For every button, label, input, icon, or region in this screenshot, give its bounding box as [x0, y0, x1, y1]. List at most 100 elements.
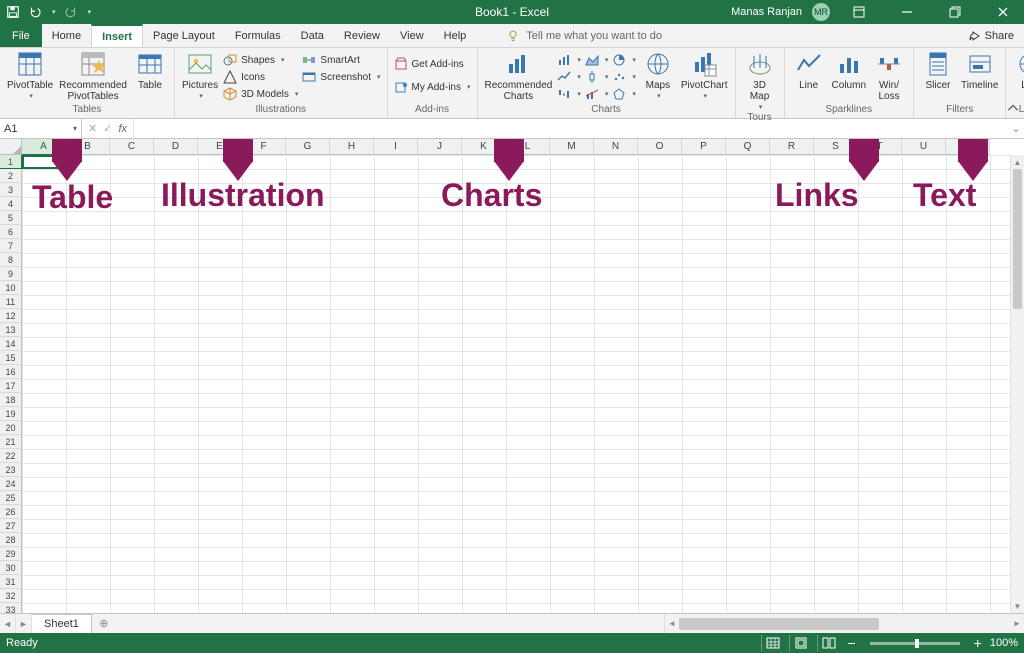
- col-header-M[interactable]: M: [550, 139, 594, 155]
- smartart-button[interactable]: SmartArt: [300, 52, 382, 68]
- col-header-U[interactable]: U: [902, 139, 946, 155]
- insert-scatter-button[interactable]: ▾: [610, 69, 638, 85]
- col-header-I[interactable]: I: [374, 139, 418, 155]
- tab-page-layout[interactable]: Page Layout: [143, 24, 225, 47]
- col-header-F[interactable]: F: [242, 139, 286, 155]
- row-header-32[interactable]: 32: [0, 589, 22, 603]
- row-header-23[interactable]: 23: [0, 463, 22, 477]
- row-header-17[interactable]: 17: [0, 379, 22, 393]
- col-header-T[interactable]: T: [858, 139, 902, 155]
- row-header-21[interactable]: 21: [0, 435, 22, 449]
- enter-formula-icon[interactable]: ✓: [103, 122, 112, 135]
- insert-bar-chart-button[interactable]: ▾: [555, 52, 583, 68]
- tab-insert[interactable]: Insert: [91, 24, 143, 47]
- insert-waterfall-chart-button[interactable]: ▾: [555, 86, 583, 102]
- col-header-O[interactable]: O: [638, 139, 682, 155]
- vscroll-thumb[interactable]: [1013, 169, 1022, 309]
- row-header-19[interactable]: 19: [0, 407, 22, 421]
- timeline-button[interactable]: Timeline: [958, 50, 1001, 91]
- row-header-7[interactable]: 7: [0, 239, 22, 253]
- col-header-B[interactable]: B: [66, 139, 110, 155]
- insert-combo-button[interactable]: ▾: [583, 86, 611, 102]
- row-header-6[interactable]: 6: [0, 225, 22, 239]
- zoom-percent[interactable]: 100%: [990, 637, 1018, 649]
- row-header-8[interactable]: 8: [0, 253, 22, 267]
- link-button[interactable]: Link▾: [1010, 50, 1024, 101]
- tab-data[interactable]: Data: [291, 24, 334, 47]
- insert-surface-button[interactable]: ▾: [610, 86, 638, 102]
- col-header-L[interactable]: L: [506, 139, 550, 155]
- column-headers[interactable]: ABCDEFGHIJKLMNOPQRSTUV: [22, 139, 1010, 155]
- table-button[interactable]: Table: [130, 50, 170, 91]
- sparkline-column-button[interactable]: Column: [829, 50, 869, 91]
- cells-area[interactable]: [22, 155, 1010, 613]
- row-header-2[interactable]: 2: [0, 169, 22, 183]
- row-header-31[interactable]: 31: [0, 575, 22, 589]
- user-name[interactable]: Manas Ranjan: [731, 6, 802, 18]
- pictures-button[interactable]: Pictures▾: [179, 50, 221, 101]
- tell-me-search[interactable]: Tell me what you want to do: [506, 24, 662, 47]
- row-header-30[interactable]: 30: [0, 561, 22, 575]
- row-header-14[interactable]: 14: [0, 337, 22, 351]
- maps-button[interactable]: Maps▾: [638, 50, 678, 101]
- formula-input[interactable]: [134, 119, 1008, 138]
- share-button[interactable]: Share: [963, 24, 1020, 48]
- hscroll-thumb[interactable]: [679, 618, 879, 630]
- select-all-corner[interactable]: [0, 139, 22, 155]
- row-header-20[interactable]: 20: [0, 421, 22, 435]
- col-header-V[interactable]: V: [946, 139, 990, 155]
- sheet-nav-prev[interactable]: ◄: [0, 614, 16, 633]
- sparkline-winloss-button[interactable]: Win/ Loss: [869, 50, 909, 102]
- normal-view-icon[interactable]: [761, 635, 783, 651]
- col-header-S[interactable]: S: [814, 139, 858, 155]
- expand-formula-bar-icon[interactable]: ⌄: [1008, 119, 1024, 138]
- get-addins-button[interactable]: Get Add-ins: [392, 56, 473, 72]
- sparkline-line-button[interactable]: Line: [789, 50, 829, 91]
- insert-function-icon[interactable]: fx: [118, 123, 127, 135]
- worksheet-grid[interactable]: ABCDEFGHIJKLMNOPQRSTUV A 123456789101112…: [0, 139, 1024, 613]
- sheet-nav-next[interactable]: ►: [16, 614, 32, 633]
- minimize-button[interactable]: [888, 0, 926, 24]
- insert-pie-button[interactable]: ▾: [610, 52, 638, 68]
- col-header-P[interactable]: P: [682, 139, 726, 155]
- user-avatar[interactable]: MR: [812, 3, 830, 21]
- horizontal-scrollbar[interactable]: ◄ ►: [664, 614, 1024, 633]
- col-header-C[interactable]: C: [110, 139, 154, 155]
- col-header-D[interactable]: D: [154, 139, 198, 155]
- 3d-models-button[interactable]: 3D Models▾: [221, 86, 300, 102]
- col-header-E[interactable]: E: [198, 139, 242, 155]
- row-header-25[interactable]: 25: [0, 491, 22, 505]
- save-icon[interactable]: [6, 5, 20, 19]
- pivotchart-button[interactable]: PivotChart▾: [678, 50, 731, 101]
- tab-review[interactable]: Review: [334, 24, 390, 47]
- row-header-33[interactable]: 33: [0, 603, 22, 613]
- col-header-J[interactable]: J: [418, 139, 462, 155]
- col-header-N[interactable]: N: [594, 139, 638, 155]
- row-header-16[interactable]: 16: [0, 365, 22, 379]
- col-header-H[interactable]: H: [330, 139, 374, 155]
- collapse-ribbon-button[interactable]: [1006, 102, 1020, 116]
- col-header-A-selected[interactable]: A: [22, 139, 66, 155]
- tab-formulas[interactable]: Formulas: [225, 24, 291, 47]
- row-header-5[interactable]: 5: [0, 211, 22, 225]
- sheet-tab-sheet1[interactable]: Sheet1: [32, 614, 92, 633]
- row-header-24[interactable]: 24: [0, 477, 22, 491]
- row-header-15[interactable]: 15: [0, 351, 22, 365]
- maximize-button[interactable]: [936, 0, 974, 24]
- insert-statistic-button[interactable]: ▾: [583, 69, 611, 85]
- insert-line-area-button[interactable]: ▾: [583, 52, 611, 68]
- col-header-K[interactable]: K: [462, 139, 506, 155]
- close-button[interactable]: [984, 0, 1022, 24]
- name-box[interactable]: A1▾: [0, 119, 82, 138]
- row-header-27[interactable]: 27: [0, 519, 22, 533]
- zoom-slider[interactable]: [870, 642, 960, 645]
- row-header-3[interactable]: 3: [0, 183, 22, 197]
- row-header-9[interactable]: 9: [0, 267, 22, 281]
- undo-icon[interactable]: [28, 5, 42, 19]
- qat-customize-icon[interactable]: ▾: [88, 8, 92, 16]
- zoom-in-button[interactable]: +: [972, 636, 984, 650]
- row-header-29[interactable]: 29: [0, 547, 22, 561]
- row-header-22[interactable]: 22: [0, 449, 22, 463]
- page-break-view-icon[interactable]: [817, 635, 839, 651]
- vertical-scrollbar[interactable]: ▲ ▼: [1010, 155, 1024, 613]
